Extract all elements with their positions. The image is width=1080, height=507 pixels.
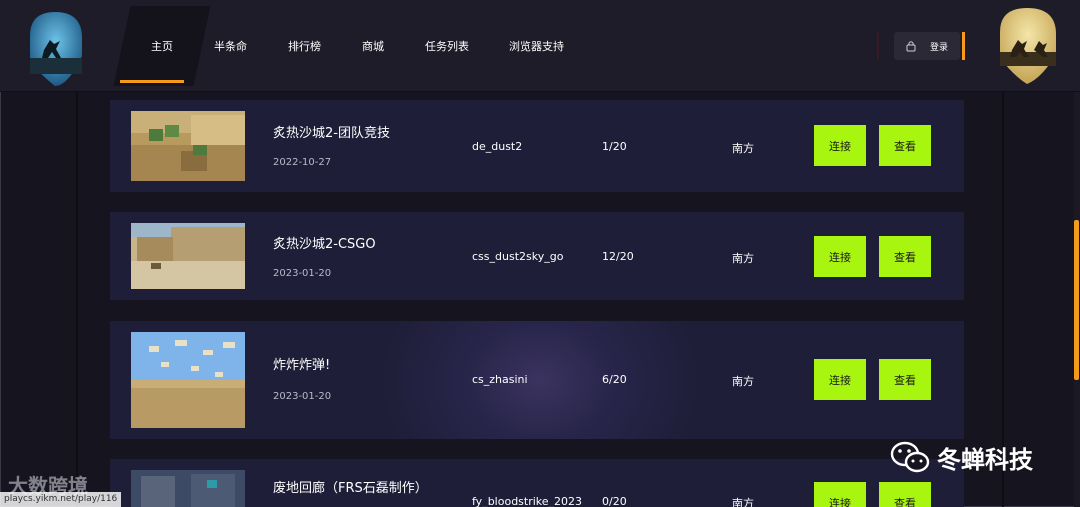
server-row: 炸炸炸弹! 2023-01-20 cs_zhasini 6/20 南方 连接 查…: [110, 321, 964, 439]
map-thumbnail: [131, 332, 245, 428]
server-region: 南方: [732, 252, 754, 265]
server-region: 南方: [732, 497, 754, 507]
map-thumbnail: [131, 223, 245, 289]
connect-button[interactable]: 连接: [814, 359, 866, 400]
view-button[interactable]: 查看: [879, 359, 931, 400]
server-map: fy_bloodstrike_2023: [472, 495, 583, 507]
header-divider: [877, 32, 879, 60]
server-title[interactable]: 废地回廊（FRS石磊制作）: [273, 477, 428, 496]
left-sidebar-line: [76, 92, 78, 507]
nav-active-underline: [120, 80, 184, 83]
map-thumbnail: [131, 111, 245, 181]
connect-button[interactable]: 连接: [814, 482, 866, 507]
scrollbar-thumb[interactable]: [1074, 220, 1079, 380]
server-players: 12/20: [602, 250, 634, 263]
server-row: 炙热沙城2-团队竞技 2022-10-27 de_dust2 1/20 南方 连…: [110, 100, 964, 192]
nav-browser-support[interactable]: 浏览器支持: [509, 38, 564, 54]
map-thumbnail: [131, 470, 245, 507]
server-date: 2023-01-20: [273, 391, 332, 402]
server-players: 6/20: [602, 373, 627, 386]
server-date: 2023-01-20: [273, 268, 332, 279]
view-button[interactable]: 查看: [879, 125, 931, 166]
site-header: 主页 半条命 排行榜 商城 任务列表 浏览器支持 登录: [0, 0, 1080, 92]
server-players: 0/20: [602, 495, 627, 507]
server-map: cs_zhasini: [472, 373, 528, 386]
nav-leaderboard[interactable]: 排行榜: [288, 38, 321, 54]
server-row: 废地回廊（FRS石磊制作） fy_bloodstrike_2023 0/20 南…: [110, 459, 964, 507]
site-logo-left[interactable]: [22, 6, 88, 88]
server-title[interactable]: 炙热沙城2-CSGO: [273, 233, 376, 252]
server-title[interactable]: 炙热沙城2-团队竞技: [273, 122, 390, 141]
server-date: 2022-10-27: [273, 157, 332, 168]
header-accent-mark: [962, 32, 965, 60]
wechat-icon: [890, 441, 930, 473]
server-map: de_dust2: [472, 140, 523, 153]
server-players: 1/20: [602, 140, 627, 153]
status-url: playcs.yikm.net/play/116: [0, 492, 122, 507]
nav-shop[interactable]: 商城: [362, 38, 384, 54]
view-button[interactable]: 查看: [879, 482, 931, 507]
login-button[interactable]: 登录: [894, 32, 960, 60]
server-map: css_dust2sky_go: [472, 250, 564, 263]
nav-home[interactable]: 主页: [151, 38, 173, 54]
nav-half-life[interactable]: 半条命: [214, 38, 247, 54]
server-title[interactable]: 炸炸炸弹!: [273, 354, 330, 373]
connect-button[interactable]: 连接: [814, 236, 866, 277]
view-button[interactable]: 查看: [879, 236, 931, 277]
server-region: 南方: [732, 375, 754, 388]
server-region: 南方: [732, 142, 754, 155]
server-row: 炙热沙城2-CSGO 2023-01-20 css_dust2sky_go 12…: [110, 212, 964, 300]
connect-button[interactable]: 连接: [814, 125, 866, 166]
login-label: 登录: [930, 43, 949, 53]
site-logo-right[interactable]: [994, 4, 1060, 86]
brand-watermark: 冬蝉科技: [937, 446, 1033, 474]
lock-icon: [906, 41, 916, 52]
nav-task-list[interactable]: 任务列表: [425, 38, 469, 54]
